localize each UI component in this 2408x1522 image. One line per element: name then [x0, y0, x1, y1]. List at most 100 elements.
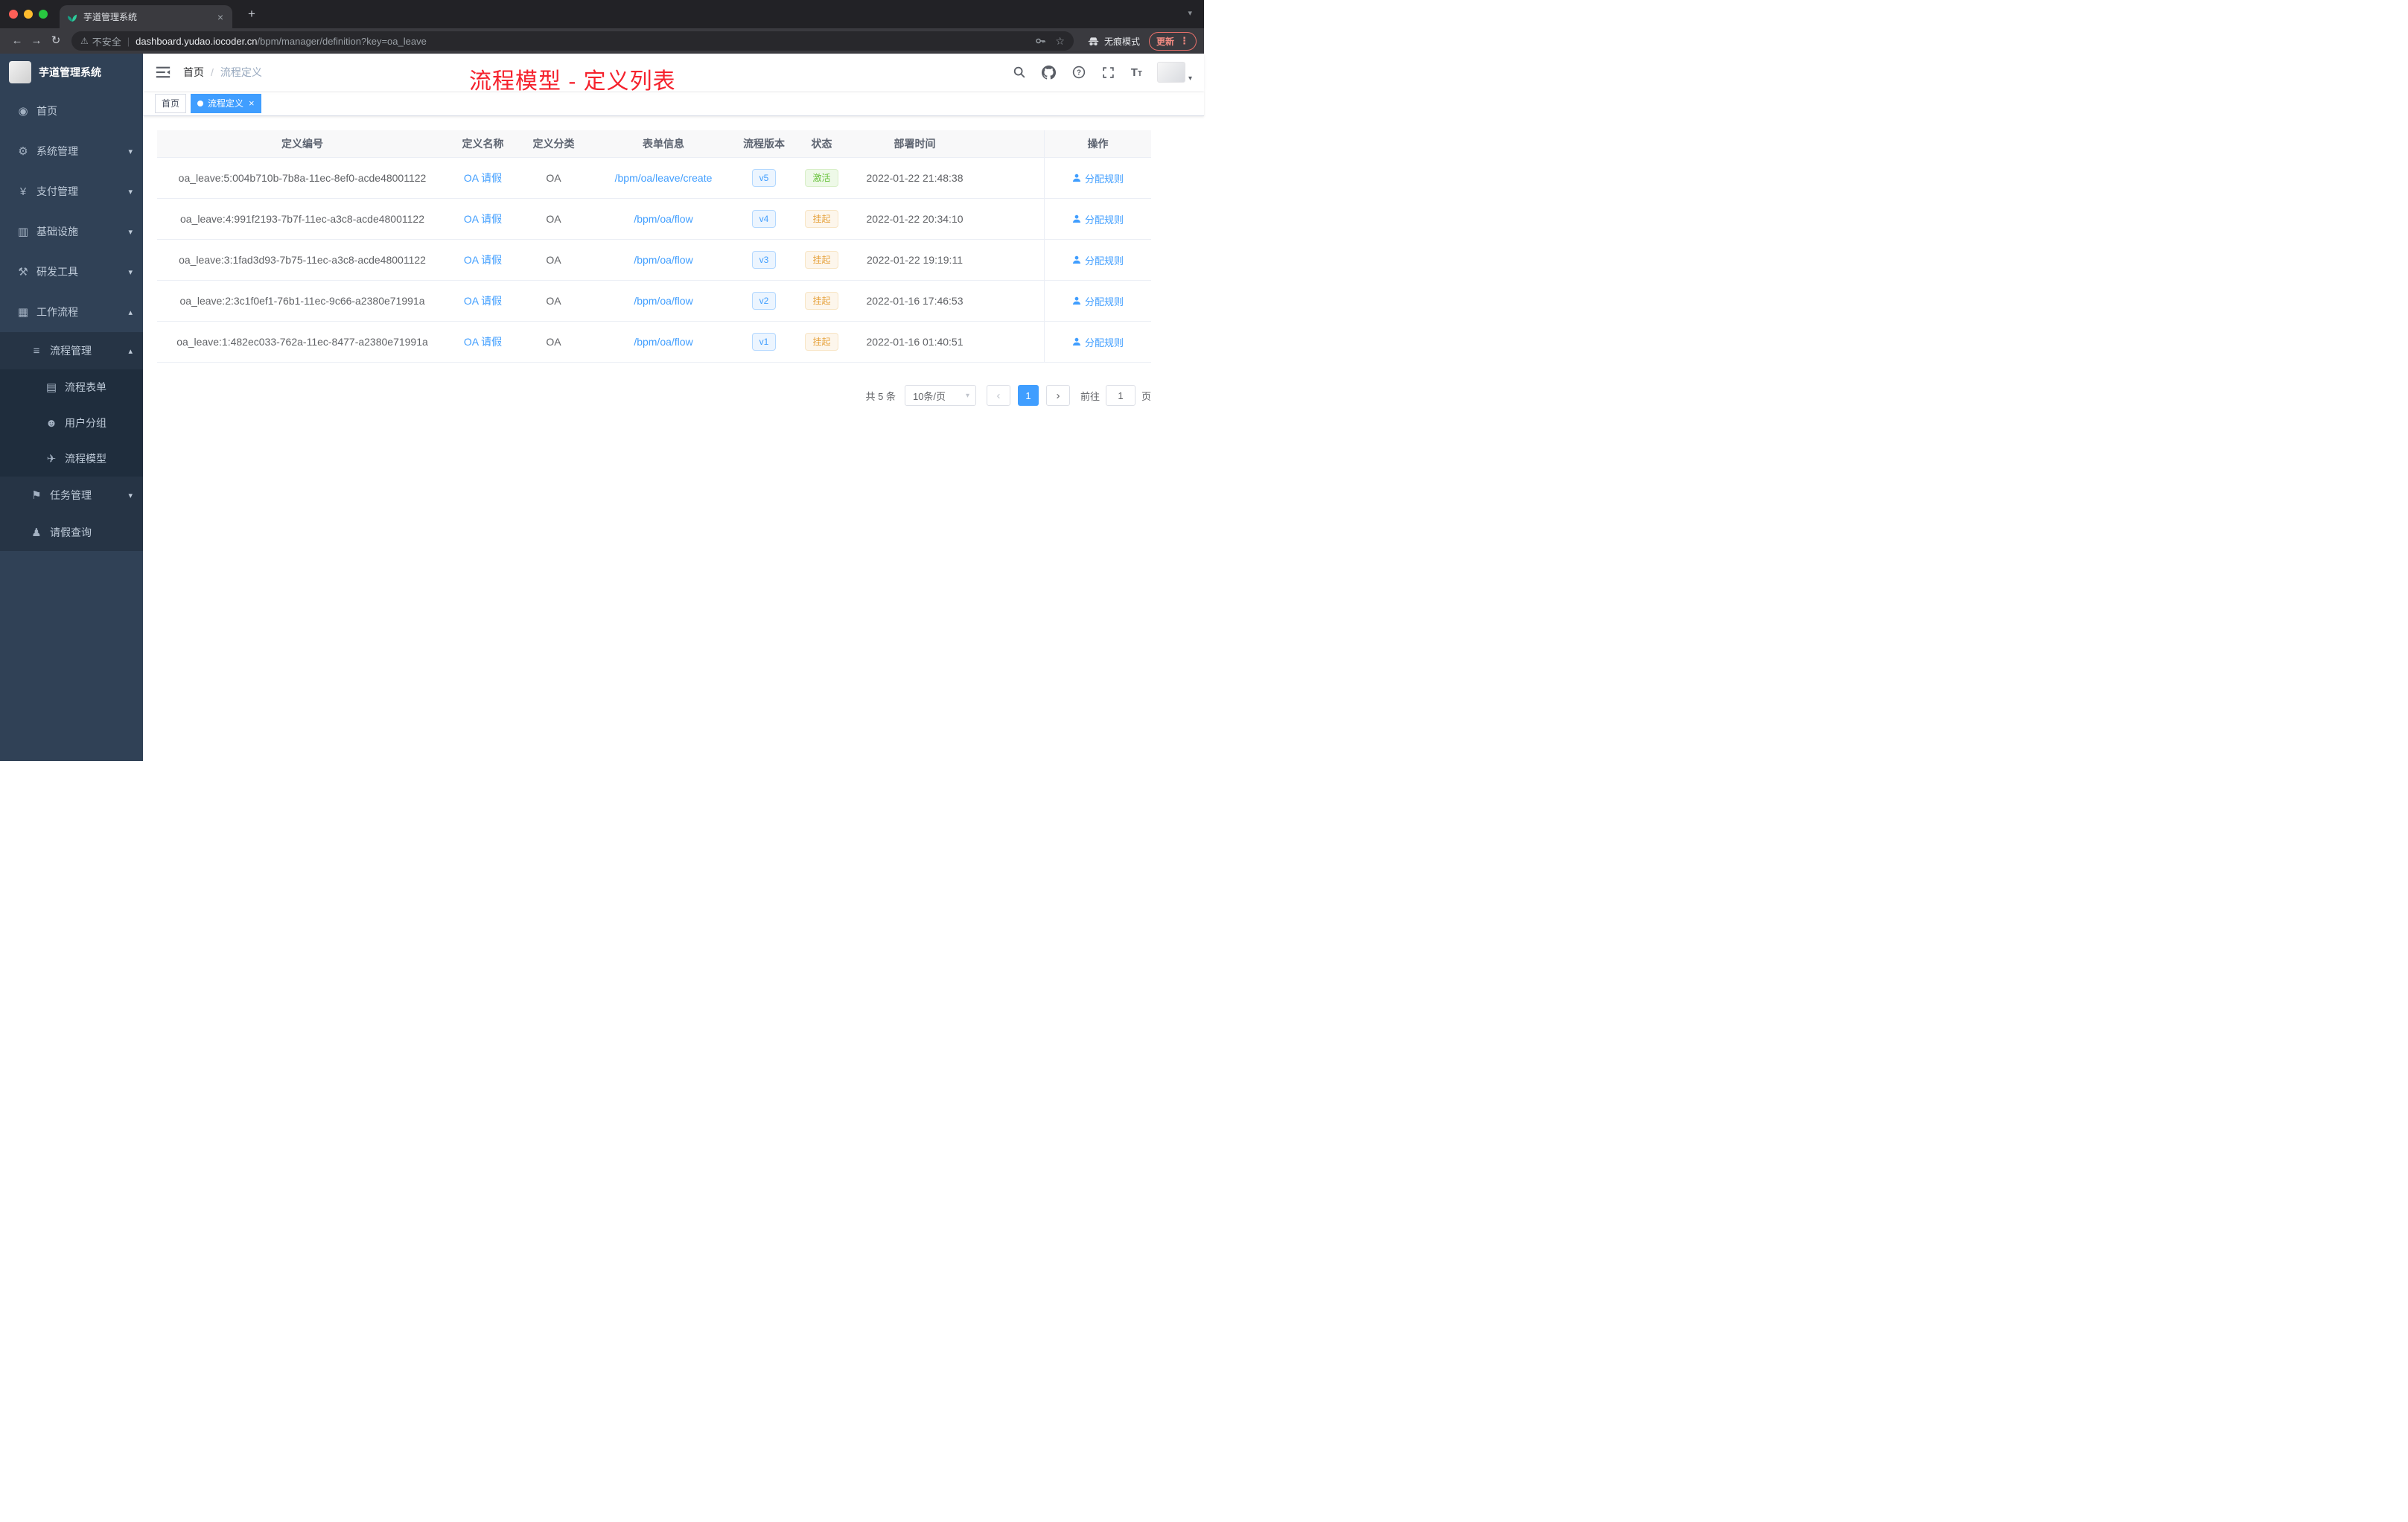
breadcrumb-home[interactable]: 首页 — [183, 65, 204, 80]
page-number-button[interactable]: 1 — [1017, 385, 1039, 406]
user-avatar-menu[interactable]: ▾ — [1156, 62, 1192, 83]
status-badge: 挂起 — [805, 292, 838, 310]
list-icon: ≡ — [33, 344, 40, 357]
address-bar[interactable]: ⚠ 不安全 | dashboard.yudao.iocoder.cn /bpm/… — [71, 31, 1074, 51]
sidebar-item-infrastructure[interactable]: ▥ 基础设施 ▾ — [0, 211, 143, 252]
table-row: oa_leave:2:3c1f0ef1-76b1-11ec-9c66-a2380… — [157, 281, 1151, 322]
assign-rule-link[interactable]: 分配规则 — [1072, 335, 1124, 349]
sidebar-item-dev-tools[interactable]: ⚒ 研发工具 ▾ — [0, 252, 143, 292]
browser-tab[interactable]: 芋道管理系统 × — [60, 5, 232, 28]
toolbar-right: 无痕模式 更新 ⋮ — [1080, 31, 1197, 51]
definition-name-link[interactable]: OA 请假 — [464, 295, 502, 307]
bookmark-star-icon[interactable]: ☆ — [1055, 35, 1065, 48]
close-window-button[interactable] — [9, 10, 18, 19]
incognito-badge: 无痕模式 — [1087, 35, 1140, 48]
form-info-link[interactable]: /bpm/oa/flow — [634, 336, 692, 348]
version-badge: v3 — [751, 251, 777, 269]
version-badge: v1 — [751, 333, 777, 351]
form-info-link[interactable]: /bpm/oa/flow — [634, 295, 692, 307]
browser-menu-icon[interactable]: ⋮ — [1179, 35, 1189, 47]
table-header-row: 定义编号 定义名称 定义分类 表单信息 流程版本 状态 部署时间 操作 — [157, 130, 1151, 158]
col-definition-id: 定义编号 — [281, 138, 323, 150]
col-process-version: 流程版本 — [743, 138, 785, 150]
chevron-down-icon: ▾ — [128, 267, 133, 277]
fullscreen-icon[interactable] — [1101, 65, 1116, 80]
page-content: 定义编号 定义名称 定义分类 表单信息 流程版本 状态 部署时间 操作 oa_l… — [143, 116, 1204, 420]
form-info-link[interactable]: /bpm/oa/flow — [634, 213, 692, 225]
definition-name-link[interactable]: OA 请假 — [464, 172, 502, 184]
goto-page-input[interactable] — [1105, 385, 1135, 406]
sidebar-item-task-management[interactable]: ⚑ 任务管理 ▾ — [0, 477, 143, 514]
definition-name-link[interactable]: OA 请假 — [464, 213, 502, 225]
incognito-icon — [1088, 36, 1099, 45]
minimize-window-button[interactable] — [24, 10, 33, 19]
col-status: 状态 — [811, 138, 832, 150]
assign-rule-link[interactable]: 分配规则 — [1072, 253, 1124, 267]
prev-page-button[interactable]: ‹ — [986, 385, 1010, 406]
sidebar-item-process-model[interactable]: ✈ 流程模型 — [0, 441, 143, 477]
font-size-icon[interactable]: TT — [1131, 67, 1142, 78]
app-logo: 芋道管理系统 — [0, 54, 143, 91]
page-size-select[interactable]: 10条/页 ▾ — [904, 385, 976, 406]
not-secure-label[interactable]: 不安全 — [92, 34, 121, 48]
form-info-link[interactable]: /bpm/oa/flow — [634, 254, 692, 266]
search-icon[interactable] — [1012, 65, 1027, 80]
update-browser-button[interactable]: 更新 ⋮ — [1148, 31, 1197, 51]
github-icon[interactable] — [1042, 65, 1057, 80]
definition-category: OA — [546, 295, 561, 307]
page-unit-label: 页 — [1141, 390, 1151, 402]
table-row: oa_leave:3:1fad3d93-7b75-11ec-a3c8-acde4… — [157, 240, 1151, 281]
zoom-window-button[interactable] — [39, 10, 48, 19]
breadcrumb-current: 流程定义 — [220, 66, 262, 78]
chevron-up-icon: ▴ — [128, 346, 133, 356]
assign-rule-link[interactable]: 分配规则 — [1072, 294, 1124, 308]
user-icon — [1072, 173, 1080, 182]
sidebar-item-payment-management[interactable]: ¥ 支付管理 ▾ — [0, 171, 143, 211]
deploy-time: 2022-01-16 17:46:53 — [866, 295, 963, 307]
browser-chrome: 芋道管理系统 × + ▾ ← → ↻ ⚠ 不安全 | dashboard.yud… — [0, 0, 1204, 54]
update-label: 更新 — [1156, 36, 1174, 47]
assign-rule-link[interactable]: 分配规则 — [1072, 212, 1124, 226]
chevron-down-icon: ▾ — [128, 187, 133, 197]
sidebar-item-process-form[interactable]: ▤ 流程表单 — [0, 369, 143, 405]
incognito-label: 无痕模式 — [1103, 36, 1140, 47]
reload-button[interactable]: ↻ — [46, 31, 66, 51]
col-deploy-time: 部署时间 — [894, 138, 936, 150]
users-icon: ☻ — [45, 416, 57, 430]
next-page-button[interactable]: › — [1045, 385, 1070, 406]
new-tab-button[interactable]: + — [243, 7, 261, 22]
forward-button[interactable]: → — [27, 31, 46, 51]
url-divider: | — [127, 35, 130, 47]
breadcrumb-separator: / — [211, 66, 214, 78]
definition-name-link[interactable]: OA 请假 — [464, 254, 502, 266]
sidebar-item-system-management[interactable]: ⚙ 系统管理 ▾ — [0, 131, 143, 171]
password-key-icon[interactable] — [1034, 35, 1046, 47]
version-badge: v5 — [751, 169, 777, 187]
assign-rule-link[interactable]: 分配规则 — [1072, 171, 1124, 185]
url-domain: dashboard.yudao.iocoder.cn — [136, 35, 258, 47]
tag-home[interactable]: 首页 — [155, 93, 187, 113]
tag-process-definition[interactable]: 流程定义 × — [191, 93, 261, 113]
sidebar-item-home[interactable]: ◉ 首页 — [0, 91, 143, 131]
browser-toolbar: ← → ↻ ⚠ 不安全 | dashboard.yudao.iocoder.cn… — [0, 28, 1204, 54]
tab-close-icon[interactable]: × — [216, 11, 225, 23]
user-icon — [1072, 296, 1080, 305]
sidebar-item-user-group[interactable]: ☻ 用户分组 — [0, 405, 143, 441]
definition-category: OA — [546, 213, 561, 225]
status-badge: 激活 — [805, 169, 838, 187]
definition-name-link[interactable]: OA 请假 — [464, 336, 502, 348]
tab-strip: 芋道管理系统 × + ▾ — [0, 0, 1204, 28]
help-icon[interactable]: ? — [1071, 65, 1086, 80]
form-info-link[interactable]: /bpm/oa/leave/create — [615, 172, 713, 184]
back-button[interactable]: ← — [7, 31, 27, 51]
user-icon — [1072, 214, 1080, 223]
version-badge: v2 — [751, 292, 777, 310]
sidebar-item-workflow[interactable]: ▦ 工作流程 ▴ — [0, 292, 143, 332]
main-area: 首页 / 流程定义 ? TT ▾ 流程模型 - 定义列表 首页 流程定义 × 定… — [143, 54, 1204, 761]
sidebar-item-leave-query[interactable]: ♟ 请假查询 — [0, 514, 143, 551]
tag-close-icon[interactable]: × — [249, 98, 255, 108]
hamburger-icon[interactable] — [155, 64, 171, 80]
definition-category: OA — [546, 254, 561, 266]
sidebar-item-process-management[interactable]: ≡ 流程管理 ▴ — [0, 332, 143, 369]
tab-search-icon[interactable]: ▾ — [1188, 8, 1192, 18]
